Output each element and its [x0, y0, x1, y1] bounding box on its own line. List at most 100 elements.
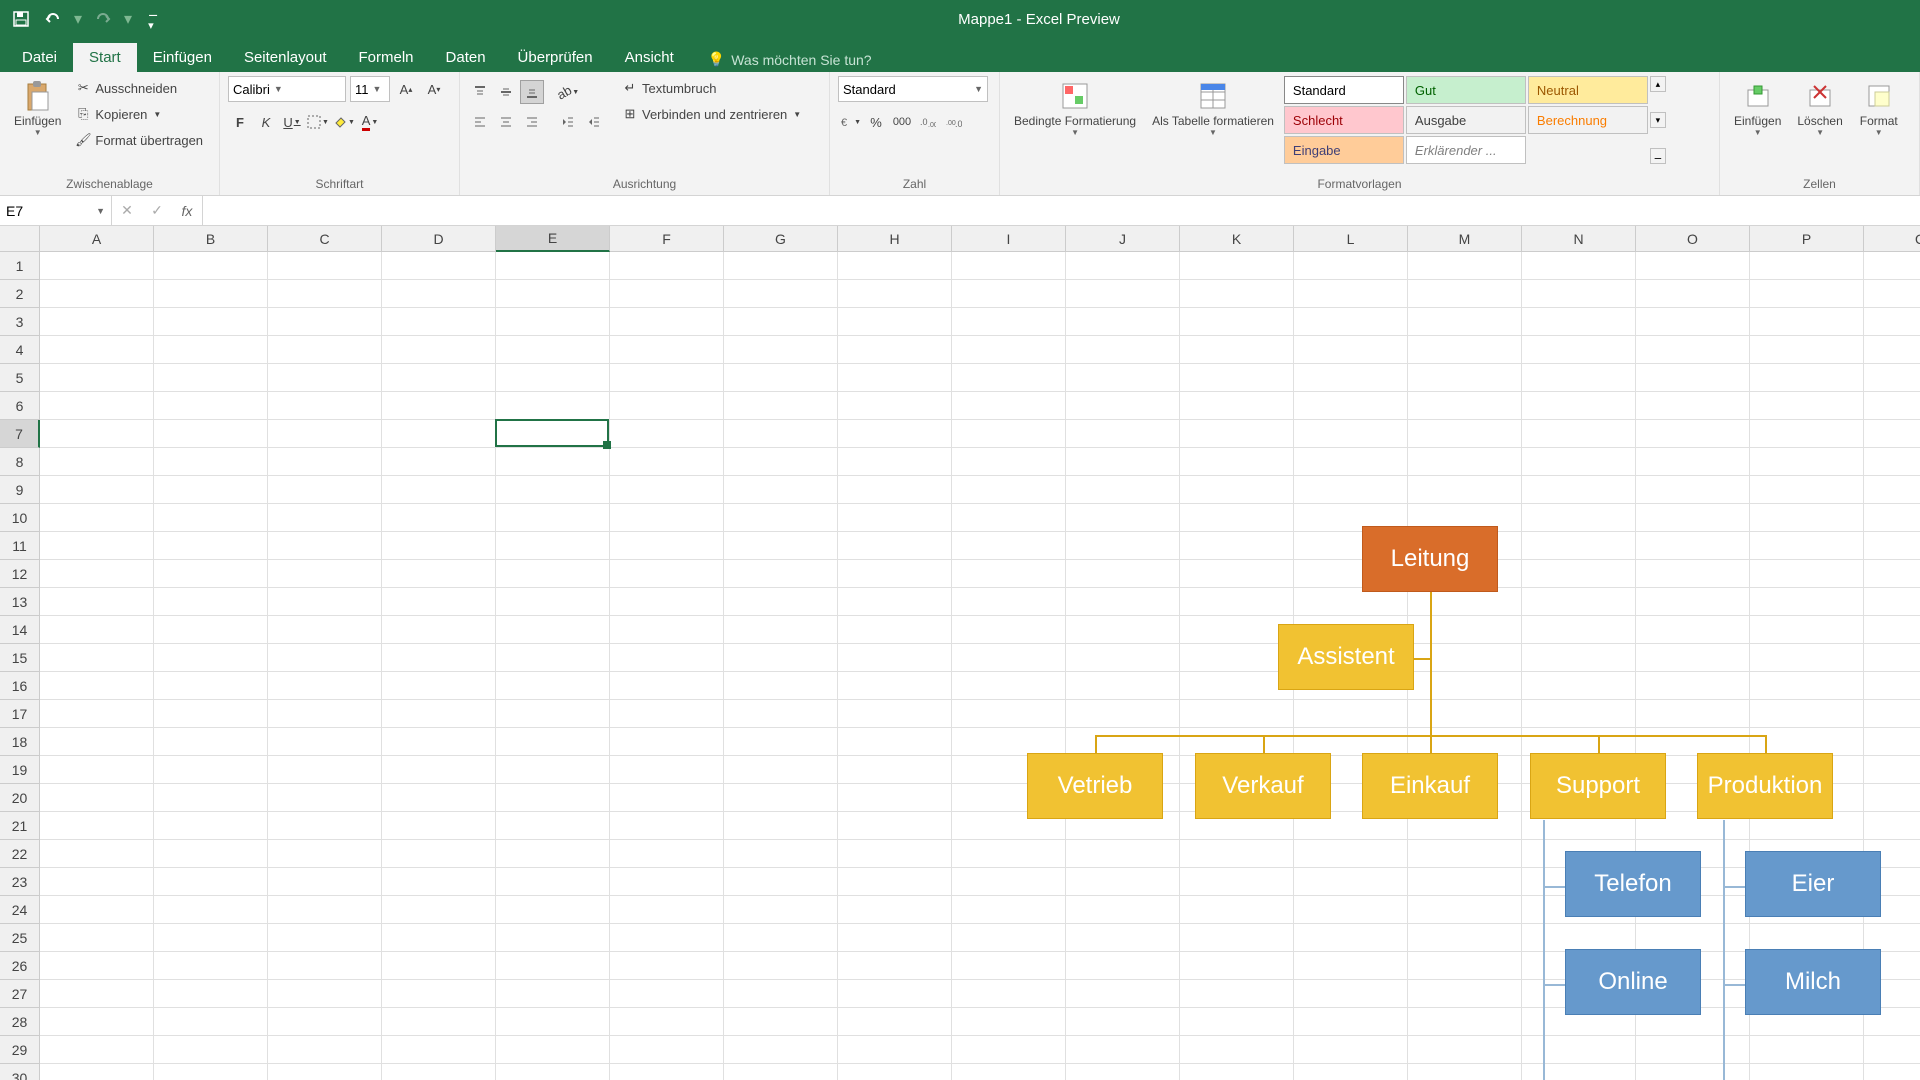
cell[interactable]: [1522, 588, 1636, 616]
cell[interactable]: [40, 924, 154, 952]
cell[interactable]: [724, 420, 838, 448]
cell[interactable]: [1066, 280, 1180, 308]
cell[interactable]: [952, 532, 1066, 560]
cell[interactable]: [1636, 700, 1750, 728]
cell[interactable]: [724, 1036, 838, 1064]
row-header[interactable]: 7: [0, 420, 40, 448]
cell[interactable]: [1408, 420, 1522, 448]
cell[interactable]: [1750, 1064, 1864, 1080]
cell[interactable]: [1066, 364, 1180, 392]
cell[interactable]: [952, 1008, 1066, 1036]
row-header[interactable]: 23: [0, 868, 40, 896]
cell[interactable]: [952, 252, 1066, 280]
align-middle-button[interactable]: [494, 80, 518, 104]
cell[interactable]: [1408, 280, 1522, 308]
cell[interactable]: [610, 1064, 724, 1080]
cell[interactable]: [40, 980, 154, 1008]
cell[interactable]: [1408, 980, 1522, 1008]
org-node-support[interactable]: Support: [1530, 753, 1666, 819]
cell[interactable]: [724, 336, 838, 364]
cell[interactable]: [724, 308, 838, 336]
cell[interactable]: [382, 532, 496, 560]
cell[interactable]: [496, 1008, 610, 1036]
cell[interactable]: [1180, 952, 1294, 980]
cell[interactable]: [724, 952, 838, 980]
cell[interactable]: [1408, 1036, 1522, 1064]
cell[interactable]: [1636, 504, 1750, 532]
cell[interactable]: [154, 672, 268, 700]
cell[interactable]: [952, 588, 1066, 616]
cell[interactable]: [496, 840, 610, 868]
row-header[interactable]: 16: [0, 672, 40, 700]
column-header[interactable]: N: [1522, 226, 1636, 252]
cell[interactable]: [40, 448, 154, 476]
row-header[interactable]: 17: [0, 700, 40, 728]
cell[interactable]: [1408, 616, 1522, 644]
undo-button[interactable]: [40, 6, 66, 32]
cell[interactable]: [952, 728, 1066, 756]
cell[interactable]: [724, 1064, 838, 1080]
cell[interactable]: [610, 868, 724, 896]
cell[interactable]: [952, 560, 1066, 588]
cell[interactable]: [154, 952, 268, 980]
cell[interactable]: [952, 392, 1066, 420]
cell[interactable]: [952, 420, 1066, 448]
borders-button[interactable]: ▼: [306, 110, 330, 134]
cell[interactable]: [610, 728, 724, 756]
cell[interactable]: [382, 420, 496, 448]
cell[interactable]: [1294, 448, 1408, 476]
cell[interactable]: [1636, 616, 1750, 644]
cell[interactable]: [1180, 280, 1294, 308]
cell[interactable]: [838, 336, 952, 364]
cell[interactable]: [268, 1008, 382, 1036]
cell[interactable]: [610, 308, 724, 336]
cell[interactable]: [382, 560, 496, 588]
cell[interactable]: [382, 336, 496, 364]
cell[interactable]: [40, 728, 154, 756]
cell[interactable]: [154, 840, 268, 868]
cell[interactable]: [1180, 980, 1294, 1008]
cell[interactable]: [40, 784, 154, 812]
cell[interactable]: [382, 616, 496, 644]
cell[interactable]: [1066, 896, 1180, 924]
cell[interactable]: [268, 336, 382, 364]
cell[interactable]: [1066, 308, 1180, 336]
cell[interactable]: [610, 700, 724, 728]
cell[interactable]: [724, 392, 838, 420]
cell[interactable]: [1864, 812, 1920, 840]
cell[interactable]: [610, 952, 724, 980]
org-node-milch[interactable]: Milch: [1745, 949, 1881, 1015]
org-node-einkauf[interactable]: Einkauf: [1362, 753, 1498, 819]
cell[interactable]: [610, 672, 724, 700]
cell[interactable]: [154, 1036, 268, 1064]
cell[interactable]: [1408, 448, 1522, 476]
cell[interactable]: [496, 980, 610, 1008]
cell[interactable]: [1636, 1036, 1750, 1064]
row-header[interactable]: 3: [0, 308, 40, 336]
row-header[interactable]: 20: [0, 784, 40, 812]
cell[interactable]: [610, 588, 724, 616]
copy-button[interactable]: ⎘Kopieren▼: [71, 102, 207, 126]
cell[interactable]: [382, 392, 496, 420]
cell[interactable]: [1636, 1064, 1750, 1080]
cell[interactable]: [1066, 504, 1180, 532]
accounting-format-button[interactable]: €▼: [838, 110, 862, 134]
cell[interactable]: [154, 756, 268, 784]
cell[interactable]: [40, 952, 154, 980]
cell[interactable]: [268, 644, 382, 672]
row-header[interactable]: 9: [0, 476, 40, 504]
cell[interactable]: [268, 532, 382, 560]
percent-button[interactable]: %: [864, 110, 888, 134]
cell[interactable]: [154, 308, 268, 336]
cell[interactable]: [1180, 532, 1294, 560]
cell[interactable]: [838, 980, 952, 1008]
cell[interactable]: [1750, 308, 1864, 336]
cell[interactable]: [1180, 308, 1294, 336]
cell[interactable]: [724, 756, 838, 784]
row-header[interactable]: 12: [0, 560, 40, 588]
cell[interactable]: [1864, 756, 1920, 784]
org-node-telefon[interactable]: Telefon: [1565, 851, 1701, 917]
row-header[interactable]: 22: [0, 840, 40, 868]
cell[interactable]: [268, 756, 382, 784]
cell[interactable]: [952, 896, 1066, 924]
